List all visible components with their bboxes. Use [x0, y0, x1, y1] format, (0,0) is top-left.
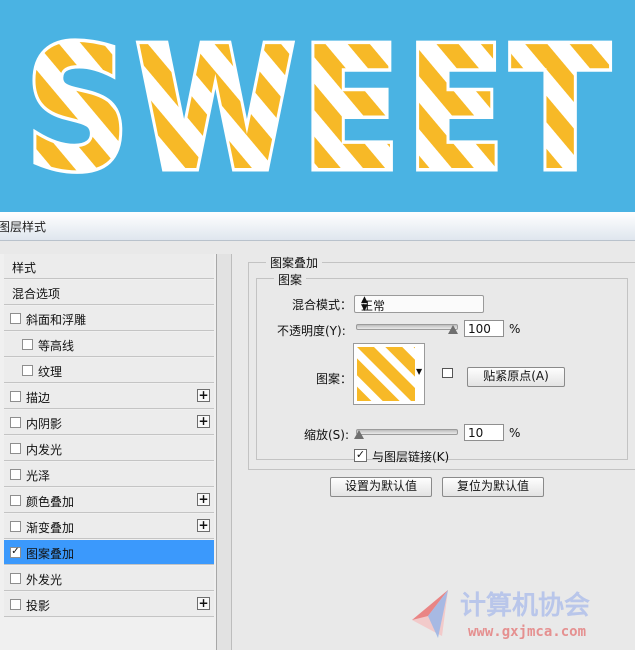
style-row-label: 描边 — [26, 391, 51, 405]
opacity-input[interactable]: 100 — [464, 320, 504, 337]
updown-arrows-icon: ▲ ▼ — [361, 295, 368, 313]
add-style-plus-icon[interactable]: + — [197, 519, 210, 532]
style-checkbox[interactable] — [10, 417, 21, 428]
reset-default-button[interactable]: 复位为默认值 — [442, 477, 544, 497]
style-row-label: 等高线 — [38, 339, 75, 353]
blend-mode-select[interactable]: 正常 ▲ ▼ — [354, 295, 484, 313]
style-row[interactable]: ✓ 图案叠加 — [4, 540, 214, 565]
group-title: 图案叠加 — [266, 254, 323, 271]
style-row-label: 光泽 — [26, 469, 51, 483]
sweet-text-art: SWEET — [22, 8, 615, 213]
style-checkbox[interactable] — [10, 573, 21, 584]
opacity-unit: % — [509, 322, 521, 336]
style-row[interactable]: 内阴影 + — [4, 410, 214, 435]
new-preset-icon[interactable] — [442, 368, 453, 378]
style-row-label: 斜面和浮雕 — [26, 313, 87, 327]
snap-origin-button[interactable]: 贴紧原点(A) — [467, 367, 565, 387]
watermark-title: 计算机协会 — [460, 590, 590, 621]
pattern-label: 图案： — [316, 372, 353, 386]
style-row-label: 渐变叠加 — [26, 521, 75, 535]
style-row[interactable]: 颜色叠加 + — [4, 488, 214, 513]
scale-label: 缩放(S): — [304, 428, 350, 442]
dialog-titlebar[interactable]: 图层样式 — [0, 212, 635, 241]
scale-slider-thumb[interactable] — [354, 430, 364, 439]
style-row-label: 内发光 — [26, 443, 63, 457]
subgroup-title: 图案 — [274, 271, 307, 288]
pattern-dropdown-arrow-icon[interactable]: ▼ — [416, 367, 422, 376]
style-row[interactable]: 外发光 — [4, 566, 214, 591]
style-row[interactable]: 斜面和浮雕 — [4, 306, 214, 331]
opacity-slider-thumb[interactable] — [448, 325, 458, 334]
style-row-label: 图案叠加 — [26, 547, 75, 561]
style-row-label: 纹理 — [38, 365, 63, 379]
style-checkbox[interactable] — [10, 391, 21, 402]
add-style-plus-icon[interactable]: + — [197, 415, 210, 428]
style-checkbox[interactable] — [10, 599, 21, 610]
opacity-label: 不透明度(Y): — [277, 324, 346, 338]
style-row-label: 投影 — [26, 599, 51, 613]
style-checkbox[interactable] — [10, 313, 21, 324]
opacity-slider[interactable] — [356, 324, 458, 330]
list-scrollbar[interactable] — [217, 254, 232, 650]
style-row[interactable]: 光泽 — [4, 462, 214, 487]
style-checkbox[interactable] — [10, 443, 21, 454]
style-checkbox[interactable] — [10, 521, 21, 532]
watermark-url: www.gxjmca.com — [468, 624, 586, 640]
style-checkbox[interactable] — [10, 495, 21, 506]
style-checkbox[interactable]: ✓ — [10, 547, 21, 558]
style-row-label: 颜色叠加 — [26, 495, 75, 509]
link-layer-checkbox[interactable]: ✓ — [354, 449, 367, 462]
add-style-plus-icon[interactable]: + — [197, 389, 210, 402]
scale-unit: % — [509, 426, 521, 440]
style-row[interactable]: 内发光 — [4, 436, 214, 461]
styles-list: 样式混合选项斜面和浮雕等高线纹理描边 + 内阴影 + 内发光光泽颜色叠加 + 渐变叠加 + ✓ 图… — [0, 254, 217, 650]
stripe-pattern-preview — [357, 347, 415, 401]
style-row[interactable]: 纹理 — [4, 358, 214, 383]
link-layer-label: 与图层链接(K) — [372, 450, 450, 464]
sweet-text: SWEET — [25, 11, 615, 209]
style-checkbox[interactable] — [22, 339, 33, 350]
style-row[interactable]: 描边 + — [4, 384, 214, 409]
style-checkbox[interactable] — [10, 469, 21, 480]
style-row-label: 混合选项 — [12, 287, 61, 301]
style-row-label: 内阴影 — [26, 417, 63, 431]
style-row[interactable]: 混合选项 — [4, 280, 214, 305]
style-row[interactable]: 样式 — [4, 254, 214, 279]
style-row[interactable]: 投影 + — [4, 592, 214, 617]
pattern-swatch[interactable] — [353, 343, 425, 405]
scale-slider[interactable] — [356, 429, 458, 435]
add-style-plus-icon[interactable]: + — [197, 597, 210, 610]
style-checkbox[interactable] — [22, 365, 33, 376]
style-row[interactable]: 等高线 — [4, 332, 214, 357]
style-row-label: 外发光 — [26, 573, 63, 587]
paper-plane-logo-icon: 计算机协会 www.gxjmca.com — [412, 590, 590, 640]
style-row-label: 样式 — [12, 261, 37, 275]
add-style-plus-icon[interactable]: + — [197, 493, 210, 506]
scale-input[interactable]: 10 — [464, 424, 504, 441]
sweet-banner: SWEET — [0, 0, 635, 212]
dialog-title: 图层样式 — [0, 220, 47, 234]
blend-mode-label: 混合模式： — [292, 298, 353, 312]
set-default-button[interactable]: 设置为默认值 — [330, 477, 432, 497]
style-row[interactable]: 渐变叠加 + — [4, 514, 214, 539]
watermark: 计算机协会 www.gxjmca.com — [408, 580, 635, 646]
